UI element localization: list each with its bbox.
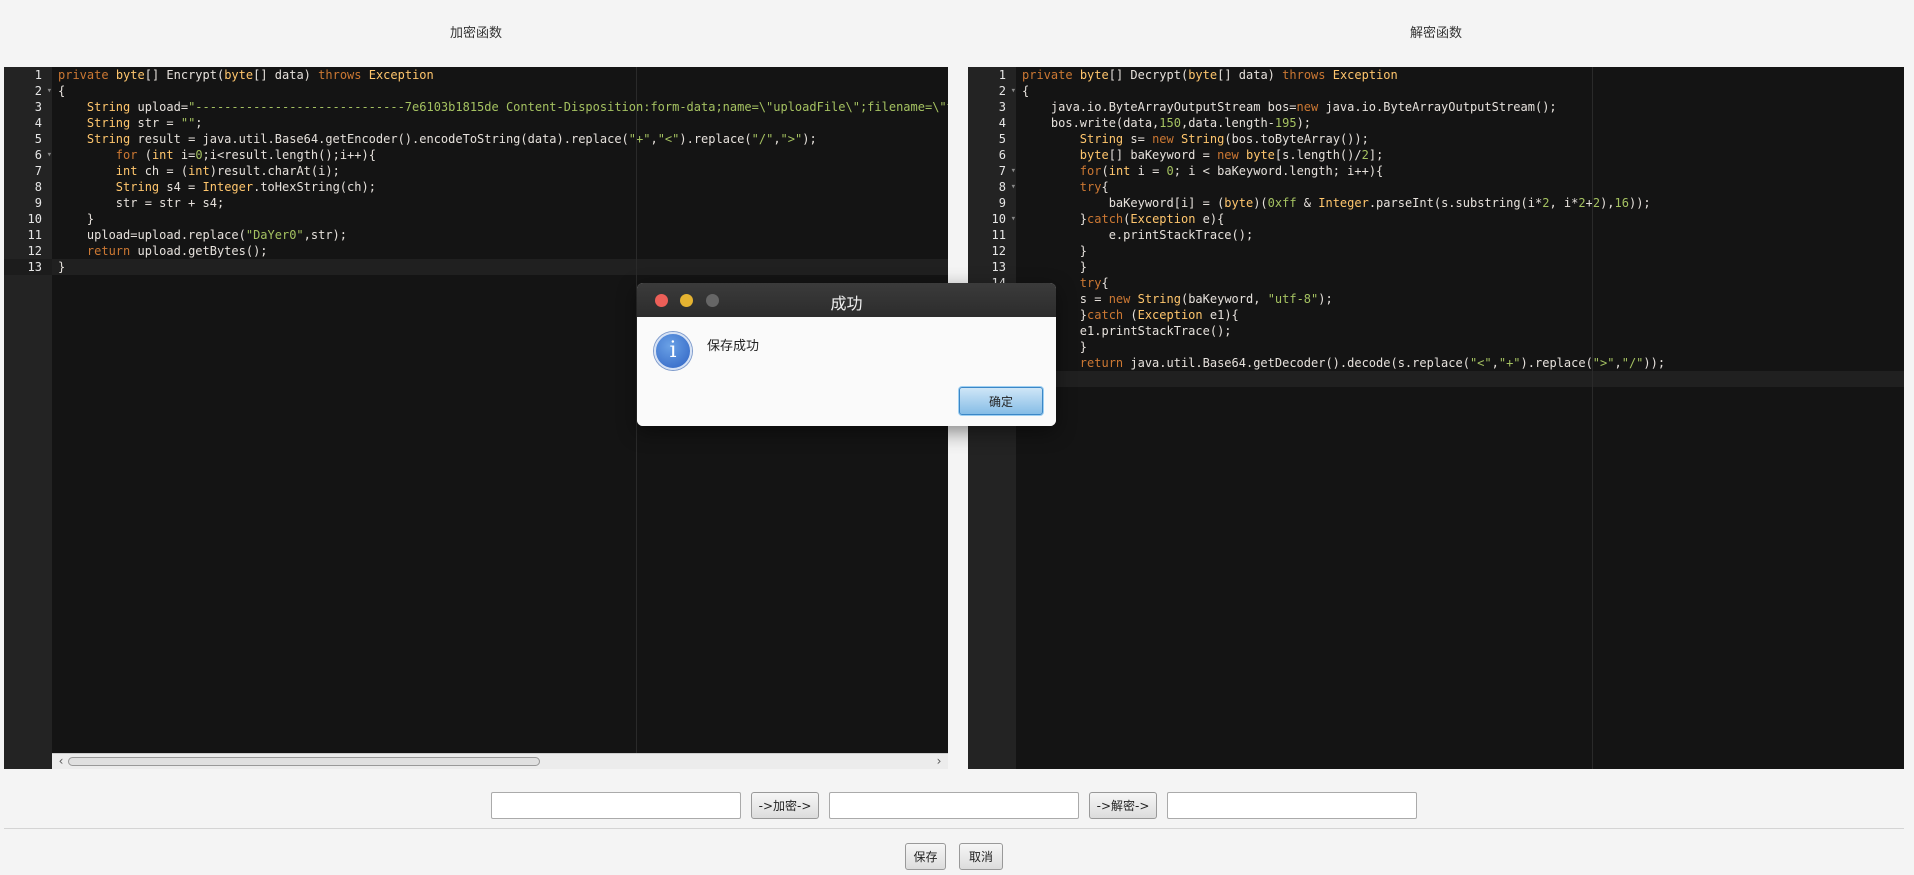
- scrollbar-thumb[interactable]: [68, 757, 540, 766]
- line-number: 12: [991, 244, 1006, 258]
- line-number: 9: [998, 196, 1006, 210]
- horizontal-scrollbar[interactable]: ‹ ›: [52, 753, 948, 769]
- decrypt-code-area[interactable]: private byte[] Decrypt(byte[] data) thro…: [1016, 67, 1904, 769]
- line-number: 5: [998, 132, 1006, 146]
- success-dialog: 成功 i 保存成功 确定: [637, 283, 1056, 426]
- code-line[interactable]: String result = java.util.Base64.getEnco…: [52, 131, 948, 147]
- line-number: 1: [34, 68, 42, 82]
- decrypt-button[interactable]: ->解密->: [1089, 792, 1157, 819]
- line-number[interactable]: 6: [4, 147, 52, 163]
- line-number: 13: [4, 259, 52, 275]
- line-number: 10: [27, 212, 42, 226]
- decrypt-code-editor[interactable]: 12345678910111213141516171819 private by…: [968, 67, 1904, 769]
- code-line[interactable]: try{: [1016, 275, 1904, 291]
- code-line[interactable]: [1016, 371, 1904, 387]
- print-margin: [1592, 67, 1593, 769]
- scroll-left-icon[interactable]: ‹: [54, 754, 68, 769]
- plaintext-input[interactable]: [491, 792, 741, 819]
- code-line[interactable]: e.printStackTrace();: [1016, 227, 1904, 243]
- code-line[interactable]: }: [52, 211, 948, 227]
- code-line[interactable]: s = new String(baKeyword, "utf-8");: [1016, 291, 1904, 307]
- dialog-titlebar: 成功: [637, 283, 1056, 317]
- toolbar-divider: [4, 828, 1904, 829]
- decrypted-output-input[interactable]: [1167, 792, 1417, 819]
- code-line[interactable]: try{: [1016, 179, 1904, 195]
- code-line[interactable]: String s= new String(bos.toByteArray());: [1016, 131, 1904, 147]
- code-line[interactable]: e1.printStackTrace();: [1016, 323, 1904, 339]
- line-number: 9: [34, 196, 42, 210]
- code-line[interactable]: }: [1016, 243, 1904, 259]
- line-number: 4: [998, 116, 1006, 130]
- encrypt-panel-title: 加密函数: [450, 26, 503, 41]
- line-number: 7: [34, 164, 42, 178]
- save-button[interactable]: 保存: [905, 843, 946, 870]
- code-line[interactable]: int ch = (int)result.charAt(i);: [52, 163, 948, 179]
- line-number[interactable]: 2: [4, 83, 52, 99]
- code-line[interactable]: String s4 = Integer.toHexString(ch);: [52, 179, 948, 195]
- info-icon: i: [654, 332, 692, 370]
- line-number[interactable]: 8: [968, 179, 1016, 195]
- code-line[interactable]: }catch (Exception e1){: [1016, 307, 1904, 323]
- code-line[interactable]: }: [1016, 259, 1904, 275]
- dialog-title: 成功: [830, 294, 863, 313]
- line-number: 3: [34, 100, 42, 114]
- dialog-body: i 保存成功 确定: [637, 317, 1056, 426]
- code-line[interactable]: str = str + s4;: [52, 195, 948, 211]
- line-number: 6: [998, 148, 1006, 162]
- line-number[interactable]: 7: [968, 163, 1016, 179]
- code-line[interactable]: for(int i = 0; i < baKeyword.length; i++…: [1016, 163, 1904, 179]
- ciphertext-input[interactable]: [829, 792, 1079, 819]
- line-number[interactable]: 10: [968, 211, 1016, 227]
- cancel-button[interactable]: 取消: [959, 843, 1003, 870]
- code-line[interactable]: String str = "";: [52, 115, 948, 131]
- line-number[interactable]: 2: [968, 83, 1016, 99]
- code-line[interactable]: java.io.ByteArrayOutputStream bos=new ja…: [1016, 99, 1904, 115]
- line-number: 11: [991, 228, 1006, 242]
- code-line[interactable]: upload=upload.replace("DaYer0",str);: [52, 227, 948, 243]
- code-line[interactable]: bos.write(data,150,data.length-195);: [1016, 115, 1904, 131]
- code-line[interactable]: private byte[] Encrypt(byte[] data) thro…: [52, 67, 948, 83]
- code-line[interactable]: }: [52, 259, 948, 275]
- code-line[interactable]: private byte[] Decrypt(byte[] data) thro…: [1016, 67, 1904, 83]
- encrypt-gutter: 12345678910111213: [4, 67, 52, 769]
- line-number: 1: [998, 68, 1006, 82]
- code-line[interactable]: {: [1016, 83, 1904, 99]
- code-line[interactable]: String upload="-------------------------…: [52, 99, 948, 115]
- ok-button[interactable]: 确定: [959, 387, 1043, 415]
- dialog-message: 保存成功: [707, 339, 760, 354]
- code-line[interactable]: for (int i=0;i<result.length();i++){: [52, 147, 948, 163]
- line-number: 5: [34, 132, 42, 146]
- code-line[interactable]: baKeyword[i] = (byte)(0xff & Integer.par…: [1016, 195, 1904, 211]
- code-line[interactable]: {: [52, 83, 948, 99]
- line-number: 11: [27, 228, 42, 242]
- decrypt-panel-title: 解密函数: [1410, 26, 1463, 41]
- line-number: 4: [34, 116, 42, 130]
- line-number: 8: [34, 180, 42, 194]
- scroll-right-icon[interactable]: ›: [932, 754, 946, 769]
- code-line[interactable]: }catch(Exception e){: [1016, 211, 1904, 227]
- encrypt-button[interactable]: ->加密->: [751, 792, 819, 819]
- line-number: 3: [998, 100, 1006, 114]
- code-line[interactable]: return upload.getBytes();: [52, 243, 948, 259]
- code-line[interactable]: return java.util.Base64.getDecoder().dec…: [1016, 355, 1904, 371]
- code-line[interactable]: }: [1016, 339, 1904, 355]
- code-line[interactable]: byte[] baKeyword = new byte[s.length()/2…: [1016, 147, 1904, 163]
- line-number: 12: [27, 244, 42, 258]
- line-number: 13: [991, 260, 1006, 274]
